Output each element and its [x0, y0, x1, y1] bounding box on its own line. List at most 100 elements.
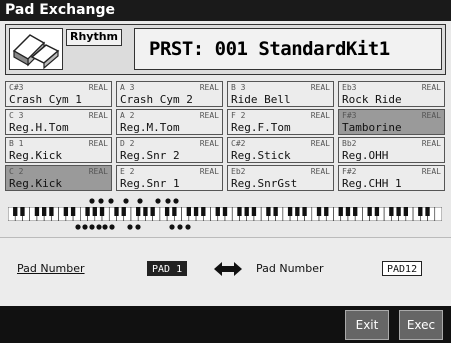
black-key — [193, 207, 199, 216]
black-key — [49, 207, 54, 216]
black-key — [222, 207, 228, 216]
assigned-note-dot — [89, 198, 95, 204]
pad-real-flag: REAL — [421, 83, 441, 92]
white-key — [434, 207, 442, 221]
pad-real-flag: REAL — [421, 111, 441, 120]
pad-tone-name: Reg.Kick — [9, 149, 62, 162]
black-key — [164, 207, 170, 216]
pad-tone-name: Reg.Stick — [231, 149, 291, 162]
black-key — [85, 207, 90, 216]
kit-header: Rhythm PRST: 001 StandardKit1 — [5, 24, 446, 75]
pad-button[interactable]: B 1 REAL Reg.Kick — [5, 137, 112, 163]
black-key — [41, 207, 47, 216]
pad-note: Eb3 — [342, 83, 357, 92]
black-key — [396, 207, 401, 216]
black-key — [367, 207, 372, 216]
black-key — [251, 207, 257, 216]
black-key — [201, 207, 206, 216]
pad-note: Eb2 — [231, 167, 246, 176]
pad-note: E 2 — [120, 167, 135, 176]
pad-button[interactable]: A 2 REAL Reg.M.Tom — [116, 109, 223, 135]
assigned-note-dot — [82, 224, 88, 230]
assigned-note-dot — [135, 224, 141, 230]
assigned-note-dot — [127, 224, 133, 230]
pad-note: F#3 — [342, 111, 357, 120]
keyboard — [8, 207, 442, 221]
pad-button[interactable]: C#2 REAL Reg.Stick — [227, 137, 334, 163]
pad-button[interactable]: C 3 REAL Reg.H.Tom — [5, 109, 112, 135]
pad-real-flag: REAL — [88, 111, 108, 120]
pad-tone-name: Reg.H.Tom — [9, 121, 69, 134]
pad-tone-name: Ride Bell — [231, 93, 291, 106]
assigned-note-dot — [109, 224, 115, 230]
black-key — [316, 207, 322, 216]
pad-tone-name: Reg.M.Tom — [120, 121, 180, 134]
exit-button[interactable]: Exit — [345, 310, 389, 340]
pad-button[interactable]: C#3 REAL Crash Cym 1 — [5, 81, 112, 107]
black-key — [34, 207, 40, 216]
black-key — [295, 207, 300, 216]
assigned-note-dot — [102, 224, 108, 230]
pad-tone-name: Crash Cym 2 — [120, 93, 193, 106]
footer-bar: Exit Exec — [0, 306, 451, 343]
pad-note: B 3 — [231, 83, 246, 92]
pad-real-flag: REAL — [199, 83, 219, 92]
black-key — [324, 207, 329, 216]
pad-real-flag: REAL — [88, 167, 108, 176]
black-key — [70, 207, 76, 216]
black-key — [418, 207, 423, 216]
black-key — [172, 207, 177, 216]
black-key — [403, 207, 409, 216]
pad-tone-name: Reg.Snr 1 — [120, 177, 180, 190]
black-key — [20, 207, 25, 216]
pad-tone-name: Rock Ride — [342, 93, 402, 106]
black-key — [99, 207, 105, 216]
pad-tone-name: Tamborine — [342, 121, 402, 134]
pad-tone-name: Reg.F.Tom — [231, 121, 291, 134]
pad-note: C 3 — [9, 111, 24, 120]
pad-button[interactable]: Eb2 REAL Reg.SnrGst — [227, 165, 334, 191]
pad-exchange-window: Pad Exchange Rhythm PRST: 001 StandardKi… — [0, 0, 451, 343]
pad-tone-name: Reg.Kick — [9, 177, 62, 190]
keyboard-display — [5, 195, 446, 233]
black-key — [266, 207, 271, 216]
pad-button[interactable]: B 3 REAL Ride Bell — [227, 81, 334, 107]
pad-button[interactable]: E 2 REAL Reg.Snr 1 — [116, 165, 223, 191]
black-key — [374, 207, 380, 216]
pad-button[interactable]: D 2 REAL Reg.Snr 2 — [116, 137, 223, 163]
pad-note: D 2 — [120, 139, 135, 148]
pad-real-flag: REAL — [310, 167, 330, 176]
rhythm-mode-tag: Rhythm — [66, 29, 123, 46]
pad-button[interactable]: F 2 REAL Reg.F.Tom — [227, 109, 334, 135]
pad-button[interactable]: Bb2 REAL Reg.OHH — [338, 137, 445, 163]
dest-pad-value[interactable]: PAD12 — [382, 261, 423, 276]
pad-note: B 1 — [9, 139, 24, 148]
assigned-note-dot — [98, 198, 104, 204]
pad-button[interactable]: F#2 REAL Reg.CHH 1 — [338, 165, 445, 191]
pad-tone-name: Reg.Snr 2 — [120, 149, 180, 162]
swap-arrows-icon — [214, 262, 242, 276]
source-pad-label: Pad Number — [17, 262, 85, 275]
assigned-note-dot — [173, 198, 179, 204]
pad-button[interactable]: F#3 REAL Tamborine — [338, 109, 445, 135]
black-key — [186, 207, 192, 216]
pad-button[interactable]: C 2 REAL Reg.Kick — [5, 165, 112, 191]
exec-button[interactable]: Exec — [399, 310, 443, 340]
kit-name-display[interactable]: PRST: 001 StandardKit1 — [134, 28, 442, 70]
assigned-note-dot — [165, 198, 171, 204]
black-key — [425, 207, 430, 216]
pad-real-flag: REAL — [421, 167, 441, 176]
pad-real-flag: REAL — [310, 83, 330, 92]
pad-real-flag: REAL — [199, 111, 219, 120]
pad-button[interactable]: Eb3 REAL Rock Ride — [338, 81, 445, 107]
black-key — [244, 207, 249, 216]
assigned-note-dot — [137, 198, 143, 204]
window-title: Pad Exchange — [0, 0, 451, 21]
black-key — [215, 207, 220, 216]
source-pad-value[interactable]: PAD 1 — [147, 261, 188, 276]
assigned-note-dot — [185, 224, 191, 230]
assigned-note-dot — [89, 224, 95, 230]
pad-button[interactable]: A 3 REAL Crash Cym 2 — [116, 81, 223, 107]
assigned-note-dot — [155, 198, 161, 204]
pad-tone-name: Reg.OHH — [342, 149, 389, 162]
